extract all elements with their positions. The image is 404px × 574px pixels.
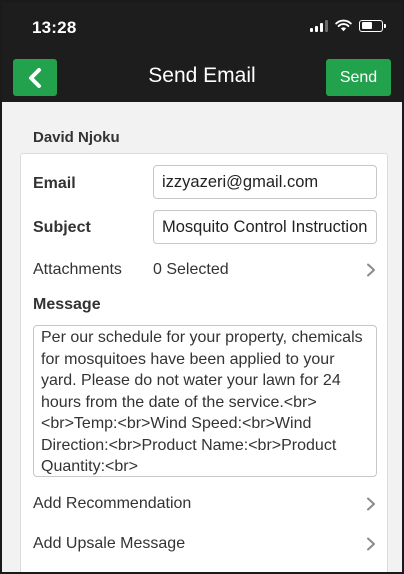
- email-field[interactable]: [153, 165, 377, 199]
- message-text: Per our schedule for your property, chem…: [41, 329, 363, 475]
- attachments-label: Attachments: [33, 261, 122, 278]
- email-form-content: David Njoku Email Subject Attachments 0 …: [2, 102, 402, 572]
- status-bar: 13:28: [2, 2, 402, 52]
- attachments-count: 0 Selected: [153, 261, 229, 278]
- battery-icon: [359, 19, 386, 32]
- nav-bar: Send Email Send: [2, 52, 402, 102]
- send-button[interactable]: Send: [326, 59, 391, 96]
- add-upsale-message-row[interactable]: Add Upsale Message: [21, 526, 389, 562]
- add-recommendation-row[interactable]: Add Recommendation: [21, 486, 389, 522]
- add-recommendation-label: Add Recommendation: [33, 495, 192, 512]
- wifi-icon: [335, 19, 352, 32]
- attachments-row[interactable]: Attachments 0 Selected: [21, 252, 389, 286]
- chevron-right-icon: [367, 263, 375, 277]
- cellular-signal-icon: [310, 19, 328, 32]
- email-form-card: Email Subject Attachments 0 Selected Mes…: [20, 153, 389, 572]
- chevron-right-icon: [367, 497, 375, 511]
- recipient-name: David Njoku: [33, 129, 120, 146]
- add-upsale-message-label: Add Upsale Message: [33, 535, 186, 552]
- status-time: 13:28: [32, 18, 77, 37]
- message-label: Message: [33, 296, 101, 313]
- status-icons: [310, 19, 386, 32]
- message-textarea[interactable]: Per our schedule for your property, chem…: [33, 325, 377, 477]
- subject-label: Subject: [33, 219, 91, 236]
- chevron-right-icon: [367, 537, 375, 551]
- subject-field[interactable]: [153, 210, 377, 244]
- email-label: Email: [33, 175, 76, 192]
- app-frame: 13:28 Send Email Send David Njoku Email …: [0, 0, 404, 574]
